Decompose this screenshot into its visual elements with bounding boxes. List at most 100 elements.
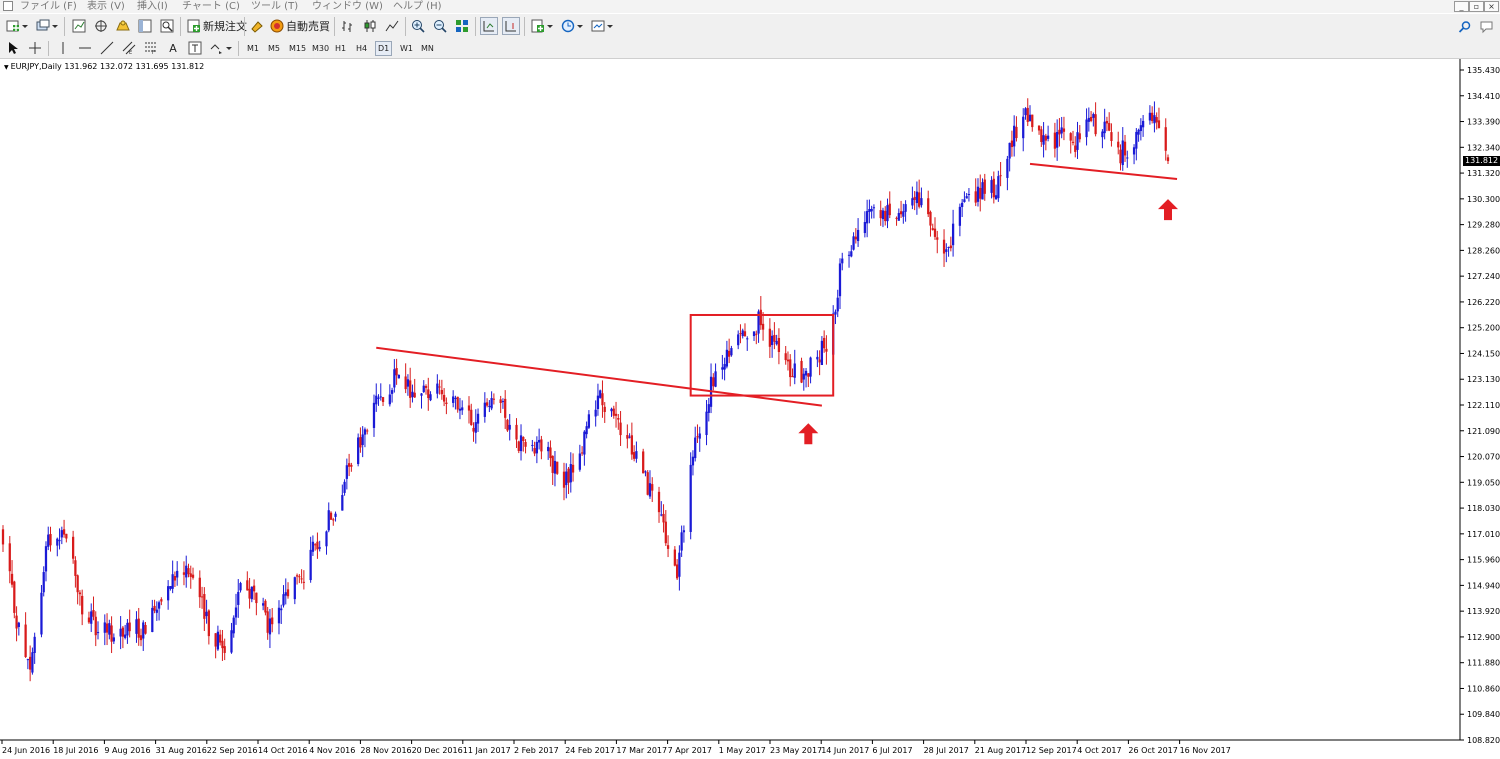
candle-body [879, 210, 882, 219]
chart-shift-icon[interactable] [502, 17, 520, 35]
chevron-down-icon[interactable] [575, 17, 585, 35]
timeframe-h1[interactable]: H1 [333, 41, 348, 56]
candle-body [680, 532, 683, 551]
autoscroll-icon[interactable] [480, 17, 498, 35]
chevron-down-icon[interactable] [224, 39, 234, 57]
tile-windows-icon[interactable] [453, 17, 471, 35]
candle-body [547, 446, 550, 452]
meta-editor-icon[interactable] [248, 17, 266, 35]
timeframe-m5[interactable]: M5 [266, 41, 282, 56]
minimize-icon[interactable]: _ [1454, 1, 1469, 12]
terminal-icon[interactable] [136, 17, 154, 35]
text-tool-icon[interactable]: A [164, 39, 182, 57]
new-order-button[interactable]: 新規注文 [185, 17, 249, 35]
candle-body [807, 373, 810, 377]
chevron-down-icon[interactable] [20, 17, 30, 35]
candle-body [1071, 141, 1075, 143]
strategy-tester-icon[interactable] [158, 17, 176, 35]
timeframe-d1[interactable]: D1 [375, 41, 393, 56]
vertical-line-icon[interactable] [54, 39, 72, 57]
timeframe-mn[interactable]: MN [419, 41, 436, 56]
candle-body [902, 211, 905, 217]
menu-chart[interactable]: チャート (C) [182, 0, 240, 13]
candle-body [1119, 149, 1122, 164]
candle-body [92, 610, 95, 617]
candle-body [207, 610, 210, 637]
candlestick-chart[interactable]: 135.430 134.410 133.390 132.340 131.320 130.3… [0, 59, 1500, 759]
menu-file[interactable]: ファイル (F) [20, 0, 77, 13]
chevron-down-icon[interactable] [50, 17, 60, 35]
candle-body [965, 196, 968, 199]
candle-body [345, 465, 348, 479]
chevron-down-icon[interactable] [605, 17, 615, 35]
candle-body [442, 394, 446, 402]
candle-body [327, 510, 330, 531]
candle-body [33, 636, 36, 653]
equidistant-channel-icon[interactable]: E [120, 39, 138, 57]
data-window-icon[interactable] [92, 17, 110, 35]
navigator-icon[interactable] [114, 17, 132, 35]
chat-icon[interactable] [1478, 18, 1496, 36]
market-watch-icon[interactable] [70, 17, 88, 35]
candle-body [773, 334, 776, 342]
candle-body [1164, 127, 1167, 151]
line-chart-icon[interactable] [383, 17, 401, 35]
candle-body [284, 592, 287, 596]
timeframe-h4[interactable]: H4 [354, 41, 369, 56]
timeframe-w1[interactable]: W1 [398, 41, 415, 56]
crosshair-icon[interactable] [26, 39, 44, 57]
search-icon[interactable] [1456, 18, 1474, 36]
candle-body [712, 377, 715, 387]
candle-body [1053, 132, 1057, 149]
price-tick-label: 109.840 [1467, 710, 1500, 719]
arrow-up-icon [1158, 199, 1178, 221]
candle-body [205, 611, 208, 617]
menu-insert[interactable]: 挿入(I) [137, 0, 168, 13]
timeframe-m30[interactable]: M30 [310, 41, 331, 56]
candle-body [599, 390, 602, 398]
chart-window[interactable]: 135.430 134.410 133.390 132.340 131.320 130.3… [0, 59, 1500, 759]
bar-chart-icon[interactable] [339, 17, 357, 35]
restore-icon[interactable]: ▫ [1469, 1, 1484, 12]
chevron-down-icon[interactable] [545, 17, 555, 35]
svg-text:E: E [129, 50, 132, 55]
candle-body [1031, 114, 1034, 128]
candle-body [65, 533, 68, 539]
time-tick-label: 28 Jul 2017 [924, 746, 969, 755]
timeframe-m15[interactable]: M15 [287, 41, 308, 56]
candle-body [630, 435, 634, 455]
candle-body [393, 369, 396, 388]
cursor-icon[interactable] [4, 39, 22, 57]
candle-body [119, 628, 122, 637]
timeframe-m1[interactable]: M1 [245, 41, 261, 56]
candle-body [594, 409, 597, 417]
fibonacci-icon[interactable]: F [142, 39, 160, 57]
menu-tools[interactable]: ツール (T) [251, 0, 298, 13]
candle-body [309, 549, 312, 581]
candle-body [981, 182, 984, 200]
candle-body [786, 359, 790, 362]
candle-body [1044, 135, 1047, 141]
candle-body [800, 360, 803, 383]
text-label-icon[interactable] [186, 39, 204, 57]
time-tick-label: 31 Aug 2016 [156, 746, 207, 755]
menu-window[interactable]: ウィンドウ (W) [312, 0, 383, 13]
candle-body [501, 401, 505, 403]
candlestick-chart-icon[interactable] [361, 17, 379, 35]
candle-body [1101, 131, 1104, 138]
menu-view[interactable]: 表示 (V) [87, 0, 125, 13]
candle-body [216, 631, 220, 650]
menu-help[interactable]: ヘルプ (H) [393, 0, 442, 13]
zoom-out-icon[interactable] [431, 17, 449, 35]
trendline-icon[interactable] [98, 39, 116, 57]
candle-body [1155, 117, 1158, 123]
price-tick-label: 122.110 [1467, 401, 1500, 410]
time-tick-label: 14 Oct 2016 [258, 746, 307, 755]
candle-body [836, 297, 839, 312]
close-icon[interactable]: × [1484, 1, 1499, 12]
auto-trade-button[interactable]: 自動売買 [268, 17, 332, 35]
zoom-in-icon[interactable] [409, 17, 427, 35]
horizontal-line-icon[interactable] [76, 39, 94, 57]
candle-body [508, 424, 511, 430]
price-tick-label: 129.280 [1467, 221, 1500, 230]
